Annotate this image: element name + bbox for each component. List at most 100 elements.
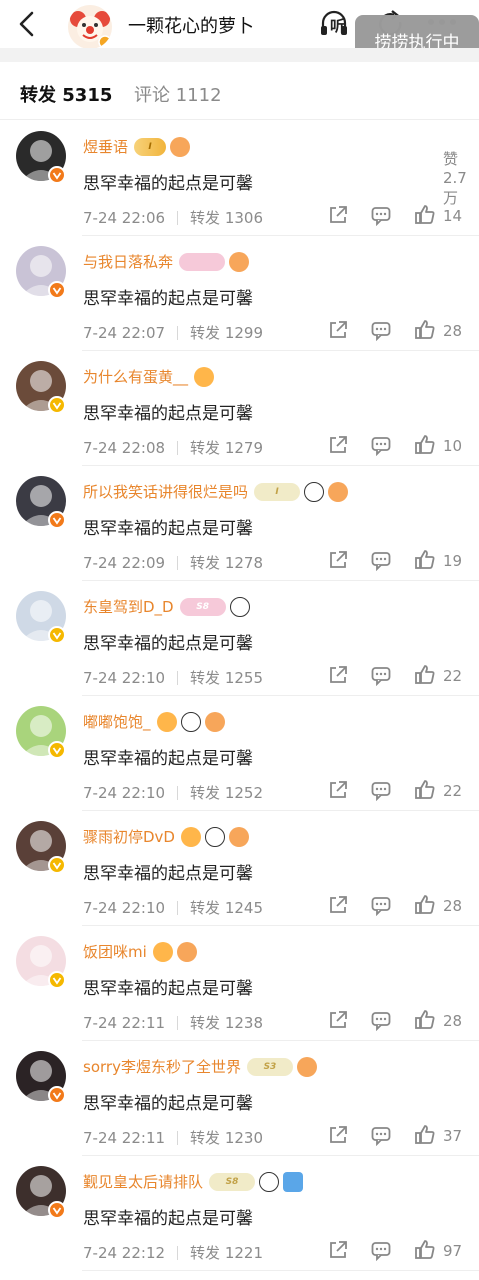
share-icon[interactable] xyxy=(327,549,349,571)
like-icon[interactable] xyxy=(414,319,436,341)
fish-badge-icon xyxy=(176,941,197,962)
repost-row[interactable]: 东皇驾到D_D S8 思罕幸福的起点是可馨 7-24 22:10 转发 1255 22 xyxy=(0,581,479,696)
meta-divider xyxy=(177,1246,179,1260)
comment-icon[interactable] xyxy=(370,204,392,227)
repost-time: 7-24 22:11 xyxy=(83,1014,166,1032)
share-icon[interactable] xyxy=(327,319,349,341)
meta-divider xyxy=(177,901,179,915)
fish-badge-icon xyxy=(228,826,249,847)
crown-badge-icon xyxy=(156,711,177,732)
verified-badge-icon xyxy=(48,1201,66,1219)
share-icon[interactable] xyxy=(327,894,349,916)
verified-badge-icon xyxy=(48,1086,66,1104)
member-badge-icon xyxy=(179,252,226,271)
author-name-title[interactable]: 一颗花心的萝卜 xyxy=(128,12,254,38)
share-icon[interactable] xyxy=(327,664,349,686)
repost-count-link[interactable]: 转发 1299 xyxy=(190,324,263,342)
repost-time: 7-24 22:10 xyxy=(83,784,166,802)
share-icon[interactable] xyxy=(327,204,349,226)
user-name[interactable]: 东皇驾到D_D xyxy=(83,596,174,617)
like-count: 14 xyxy=(443,207,463,225)
like-icon[interactable] xyxy=(414,1124,436,1146)
share-icon[interactable] xyxy=(327,434,349,456)
comment-icon[interactable] xyxy=(370,664,392,687)
tab-reposts[interactable]: 转发 5315 xyxy=(20,81,112,107)
comment-icon[interactable] xyxy=(370,1239,392,1262)
repost-text: 思罕幸福的起点是可馨 xyxy=(83,519,253,539)
user-badges xyxy=(152,941,197,962)
user-badges xyxy=(156,711,225,732)
listen-headphones-icon[interactable]: 听 xyxy=(318,9,358,39)
crown-badge-icon xyxy=(180,826,201,847)
repost-count-link[interactable]: 转发 1230 xyxy=(190,1129,263,1147)
user-name[interactable]: 骤雨初停DvD xyxy=(83,826,175,847)
tab-comments[interactable]: 评论 1112 xyxy=(134,81,222,107)
author-avatar[interactable] xyxy=(68,5,112,49)
repost-row[interactable]: sorry李煜东秒了全世界 S3 思罕幸福的起点是可馨 7-24 22:11 转发 12… xyxy=(0,1041,479,1156)
comment-icon[interactable] xyxy=(370,319,392,342)
repost-count-link[interactable]: 转发 1221 xyxy=(190,1244,263,1262)
like-count: 10 xyxy=(443,437,463,455)
user-name[interactable]: 嘟嘟饱饱_ xyxy=(83,711,151,732)
share-icon[interactable] xyxy=(327,1124,349,1146)
user-badges: I xyxy=(134,136,191,157)
share-icon[interactable] xyxy=(327,1239,349,1261)
comment-icon[interactable] xyxy=(370,549,392,572)
fish-badge-icon xyxy=(328,481,349,502)
like-icon[interactable] xyxy=(414,1239,436,1261)
repost-row[interactable]: 煜垂语 I 思罕幸福的起点是可馨 7-24 22:06 转发 1306 14 xyxy=(0,121,479,236)
repost-count-link[interactable]: 转发 1238 xyxy=(190,1014,263,1032)
repost-count-link[interactable]: 转发 1255 xyxy=(190,669,263,687)
fish-badge-icon xyxy=(229,251,250,272)
like-icon[interactable] xyxy=(414,434,436,456)
comment-icon[interactable] xyxy=(370,1124,392,1147)
repost-row[interactable]: 与我日落私奔 思罕幸福的起点是可馨 7-24 22:07 转发 1299 28 xyxy=(0,236,479,351)
user-name[interactable]: 觐见皇太后请排队 xyxy=(83,1171,203,1192)
like-icon[interactable] xyxy=(414,894,436,916)
user-name-line: 与我日落私奔 xyxy=(83,251,250,272)
repost-count-link[interactable]: 转发 1252 xyxy=(190,784,263,802)
repost-text: 思罕幸福的起点是可馨 xyxy=(83,289,253,309)
repost-row[interactable]: 觐见皇太后请排队 S8 思罕幸福的起点是可馨 7-24 22:12 转发 1221 97 xyxy=(0,1156,479,1271)
back-arrow-icon[interactable] xyxy=(14,9,40,39)
user-name[interactable]: 饭团咪mi xyxy=(83,941,147,962)
verified-badge-icon xyxy=(48,281,66,299)
repost-row[interactable]: 所以我笑话讲得很烂是吗 I 思罕幸福的起点是可馨 7-24 22:09 转发 1278 1… xyxy=(0,466,479,581)
repost-row[interactable]: 为什么有蛋黄__ 思罕幸福的起点是可馨 7-24 22:08 转发 1279 10 xyxy=(0,351,479,466)
user-badges xyxy=(180,826,249,847)
share-icon[interactable] xyxy=(327,779,349,801)
like-icon[interactable] xyxy=(414,779,436,801)
member-badge-icon: S8 xyxy=(179,597,226,616)
repost-meta: 7-24 22:07 转发 1299 xyxy=(83,322,263,343)
repost-time: 7-24 22:09 xyxy=(83,554,166,572)
like-icon[interactable] xyxy=(414,664,436,686)
repost-row[interactable]: 嘟嘟饱饱_ 思罕幸福的起点是可馨 7-24 22:10 转发 1252 22 xyxy=(0,696,479,811)
like-icon[interactable] xyxy=(414,204,436,226)
comment-icon[interactable] xyxy=(370,434,392,457)
repost-meta: 7-24 22:11 转发 1230 xyxy=(83,1127,263,1148)
like-icon[interactable] xyxy=(414,549,436,571)
user-name-line: 为什么有蛋黄__ xyxy=(83,366,215,387)
comment-icon[interactable] xyxy=(370,894,392,917)
repost-row[interactable]: 骤雨初停DvD 思罕幸福的起点是可馨 7-24 22:10 转发 1245 28 xyxy=(0,811,479,926)
repost-count-link[interactable]: 转发 1245 xyxy=(190,899,263,917)
repost-count-link[interactable]: 转发 1278 xyxy=(190,554,263,572)
share-icon[interactable] xyxy=(327,1009,349,1031)
user-name[interactable]: 所以我笑话讲得很烂是吗 xyxy=(83,481,248,502)
like-icon[interactable] xyxy=(414,1009,436,1031)
comment-icon[interactable] xyxy=(370,779,392,802)
comment-icon[interactable] xyxy=(370,1009,392,1032)
user-name-line: 骤雨初停DvD xyxy=(83,826,249,847)
user-name[interactable]: 煜垂语 xyxy=(83,136,128,157)
user-name[interactable]: sorry李煜东秒了全世界 xyxy=(83,1056,241,1077)
like-count: 37 xyxy=(443,1127,463,1145)
repost-count-link[interactable]: 转发 1279 xyxy=(190,439,263,457)
meta-divider xyxy=(177,556,179,570)
user-name[interactable]: 与我日落私奔 xyxy=(83,251,173,272)
verified-badge-icon xyxy=(48,166,66,184)
repost-row[interactable]: 饭团咪mi 思罕幸福的起点是可馨 7-24 22:11 转发 1238 28 xyxy=(0,926,479,1041)
user-name[interactable]: 为什么有蛋黄__ xyxy=(83,366,188,387)
user-name-line: 所以我笑话讲得很烂是吗 I xyxy=(83,481,349,502)
wave-badge-icon xyxy=(283,1171,304,1192)
repost-count-link[interactable]: 转发 1306 xyxy=(190,209,263,227)
